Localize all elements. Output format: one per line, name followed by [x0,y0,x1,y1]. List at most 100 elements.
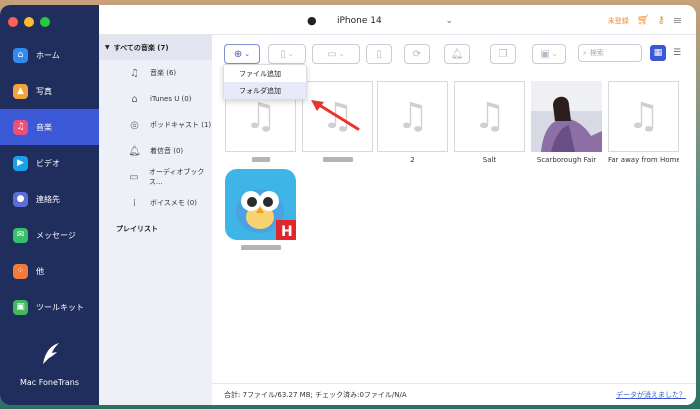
ringtone-maker-button[interactable]: 🔔︎ [444,44,470,64]
export-to-pc-button[interactable]: ▭ ⌄ [312,44,360,64]
category-item-audiobooks[interactable]: ▭ オーディオブックス... [99,164,212,190]
track-tile[interactable]: H [225,169,296,254]
toolbox-button[interactable]: ▣ ⌄ [532,44,566,64]
category-item-voice-memo[interactable]: ⁞ ボイスメモ (0) [99,190,212,216]
list-icon: ☰ [672,48,682,58]
track-thumbnail: ♫ [608,81,679,152]
chevron-down-icon: ⌄ [338,50,345,58]
annotation-arrow-icon [311,100,360,131]
track-tile[interactable]: Scarborough Fair [531,81,602,166]
monitor-icon: ▭ [327,48,337,60]
track-title [302,156,373,166]
nav-label: ビデオ [36,158,60,168]
track-title: 2 [410,156,415,164]
nav-item-others[interactable]: ⁘ 他 [0,253,99,289]
toolbox-icon: ▣ [13,299,28,315]
key-icon[interactable]: ⚷ [657,15,664,26]
owl-app-icon: H [225,169,296,240]
grid-icon: ▦ [653,48,663,58]
category-label: オーディオブックス... [148,168,205,186]
category-label: ボイスメモ (0) [150,199,197,207]
track-title: Salt [482,156,497,164]
music-icon: ♫ [13,119,28,135]
briefcase-icon: ▣ [540,48,550,60]
menu-item-add-folder[interactable]: フォルダ追加 [224,82,306,99]
phone-export-icon: ▯ [280,48,286,60]
nav-item-contacts[interactable]: ● 連絡先 [0,181,99,217]
app-name: Mac FoneTrans [19,378,80,387]
voice-memo-icon: ⁞ [132,197,137,209]
sidebar: ⌂ ホーム ▲ 写真 ♫ 音楽 ▶ ビデオ ● 連絡先 ✉ メッセージ ⁘ 他 ▣ ツールキット… [0,5,99,405]
redacted-text [322,157,353,162]
redacted-text [240,245,281,250]
track-title: Far away from Home [608,156,679,164]
track-tile[interactable]: ♫ Far away from Home [608,81,679,166]
music-note-icon: ♫ [130,67,139,79]
svg-text:H: H [281,224,293,240]
redacted-text [251,157,270,162]
playlist-header[interactable]: プレイリスト [99,224,212,234]
duplicate-button[interactable]: ❐ [490,44,516,64]
grid-view-button[interactable]: ▦ [650,45,666,61]
device-selector[interactable]: ● iPhone 14 ⌄ [307,11,453,30]
nav-item-music[interactable]: ♫ 音楽 [0,109,99,145]
refresh-button[interactable]: ⟳ [404,44,430,64]
category-item-itunes-u[interactable]: ⌂ iTunes U (0) [99,86,212,112]
track-tile[interactable]: ♫ 2 [377,81,448,166]
export-to-device-button[interactable]: ▯ ⌄ [268,44,306,64]
nav-item-home[interactable]: ⌂ ホーム [0,37,99,73]
list-view-button[interactable]: ☰ [669,45,685,61]
category-label: iTunes U (0) [150,95,192,103]
nav-item-photos[interactable]: ▲ 写真 [0,73,99,109]
apps-icon: ⁘ [13,263,28,279]
track-tile[interactable]: ♫ Salt [454,81,525,166]
track-grid: ♫ ♫ ♫ 2 ♫ Salt [212,78,696,383]
chevron-down-icon: ⌄ [287,50,294,58]
category-item-podcast[interactable]: ◎ ポッドキャスト (1) [99,112,212,138]
zoom-window-button[interactable] [40,17,50,27]
nav-label: メッセージ [36,230,76,240]
search-icon: ⌕ [583,48,587,57]
contacts-icon: ● [13,191,28,207]
search-placeholder: 検索 [589,49,604,57]
category-item-ringtone[interactable]: 🔔︎ 着信音 (0) [99,138,212,164]
category-panel: ▼ すべての音楽 (7) ♫ 音楽 (6) ⌂ iTunes U (0) ◎ ポッドキャ… [99,35,212,405]
chevron-down-icon: ⌄ [551,50,558,58]
category-item-music[interactable]: ♫ 音楽 (6) [99,60,212,86]
nav-item-video[interactable]: ▶ ビデオ [0,145,99,181]
nav-label: ホーム [36,50,60,60]
nav-label: 連絡先 [36,194,60,204]
nav-label: ツールキット [36,302,84,312]
cart-icon[interactable]: 🛒︎ [637,15,650,26]
menu-item-add-file[interactable]: ファイル追加 [224,65,306,82]
video-icon: ▶ [13,155,28,171]
data-lost-link[interactable]: データが消えました？ [616,390,686,400]
copy-icon: ❐ [498,48,508,60]
menu-icon[interactable]: ≡ [673,14,682,27]
unregistered-link[interactable]: 未登録 [608,16,629,26]
home-icon: ⌂ [13,47,28,63]
podcast-icon: ◎ [130,119,139,131]
nav-item-messages[interactable]: ✉ メッセージ [0,217,99,253]
apple-icon: ● [307,14,317,27]
track-title [225,244,296,254]
chevron-down-icon: ⌄ [445,15,453,26]
search-input[interactable]: ⌕ 検索 [578,44,642,62]
category-header-all-music[interactable]: ▼ すべての音楽 (7) [99,35,212,60]
music-note-icon: ♫ [473,96,506,137]
delete-button[interactable]: ▯ [366,44,392,64]
nav-item-toolkit[interactable]: ▣ ツールキット [0,289,99,325]
category-label: 着信音 (0) [150,147,184,155]
minimize-window-button[interactable] [24,17,34,27]
device-name: iPhone 14 [337,15,382,26]
graduation-cap-icon: ⌂ [131,93,138,105]
bell-icon: 🔔︎ [450,48,464,60]
message-icon: ✉ [13,227,28,243]
category-label: ポッドキャスト (1) [150,121,212,129]
category-header-label: すべての音楽 (7) [113,43,169,52]
music-note-icon: ♫ [244,96,277,137]
close-window-button[interactable] [8,17,18,27]
add-button[interactable]: ⊕ ⌄ [224,44,260,64]
main-nav: ⌂ ホーム ▲ 写真 ♫ 音楽 ▶ ビデオ ● 連絡先 ✉ メッセージ ⁘ 他 ▣ ツールキット [0,37,99,325]
status-bar: 合計: 7ファイル/63.27 MB; チェック済み:0ファイル/N/A データ… [212,383,696,405]
